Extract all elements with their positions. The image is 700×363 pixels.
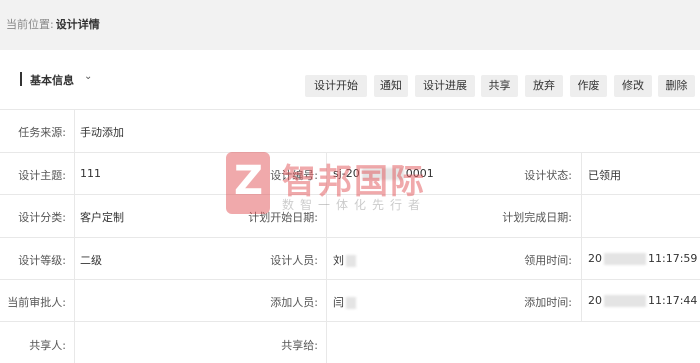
code-value-prefix: sj-20 xyxy=(333,167,360,180)
row-divider xyxy=(0,194,700,195)
subject-label: 设计主题: xyxy=(18,169,66,182)
level-value: 二级 xyxy=(80,254,102,267)
shared-to-label: 共享给: xyxy=(281,339,318,352)
add-time-label: 添加时间: xyxy=(524,296,572,309)
category-label: 设计分类: xyxy=(18,211,66,224)
void-button[interactable]: 作废 xyxy=(570,75,607,97)
adder-label: 添加人员: xyxy=(270,296,318,309)
brand-logo-icon: Z xyxy=(226,152,270,214)
share-button[interactable]: 共享 xyxy=(481,75,518,97)
delete-button[interactable]: 删除 xyxy=(658,75,695,97)
subject-value: 111 xyxy=(80,167,101,180)
design-progress-button[interactable]: 设计进展 xyxy=(415,75,475,97)
redacted-block xyxy=(361,168,404,180)
edit-button[interactable]: 修改 xyxy=(614,75,652,97)
code-value: sj-20 0001 xyxy=(333,167,434,180)
adder-value: 闫 xyxy=(333,294,358,310)
breadcrumb-label: 当前位置: xyxy=(6,18,54,31)
row-divider xyxy=(0,279,700,280)
sharer-label: 共享人: xyxy=(29,339,66,352)
claim-time-prefix: 20 xyxy=(588,252,602,265)
status-value: 已领用 xyxy=(588,169,621,182)
redacted-block xyxy=(604,253,646,265)
redacted-block xyxy=(346,297,356,309)
plan-start-label: 计划开始日期: xyxy=(248,211,318,224)
source-label: 任务来源: xyxy=(18,126,66,139)
top-bar: 当前位置: 设计详情 xyxy=(0,0,700,50)
add-time-value: 20 11:17:44 xyxy=(588,294,697,307)
breadcrumb-current: 设计详情 xyxy=(55,18,100,31)
notify-button[interactable]: 通知 xyxy=(374,75,408,97)
code-label: 设计编号: xyxy=(270,169,318,182)
col-divider xyxy=(74,109,75,363)
row-divider xyxy=(0,109,700,110)
designer-name: 刘 xyxy=(333,254,344,267)
source-value: 手动添加 xyxy=(80,126,124,139)
designer-value: 刘 xyxy=(333,252,358,268)
col-divider xyxy=(581,152,582,321)
claim-time-suffix: 11:17:59 xyxy=(648,252,698,265)
row-divider xyxy=(0,321,700,322)
approver-label: 当前审批人: xyxy=(7,296,66,309)
add-time-suffix: 11:17:44 xyxy=(648,294,698,307)
claim-time-label: 领用时间: xyxy=(524,254,572,267)
plan-end-label: 计划完成日期: xyxy=(502,211,572,224)
category-value: 客户定制 xyxy=(80,211,124,224)
start-design-button[interactable]: 设计开始 xyxy=(305,75,367,97)
breadcrumb: 当前位置: 设计详情 xyxy=(6,16,100,32)
row-divider xyxy=(0,237,700,238)
redacted-block xyxy=(346,255,356,267)
col-divider xyxy=(326,152,327,363)
designer-label: 设计人员: xyxy=(270,254,318,267)
abandon-button[interactable]: 放弃 xyxy=(525,75,563,97)
code-value-suffix: 0001 xyxy=(405,167,434,180)
adder-name: 闫 xyxy=(333,296,344,309)
level-label: 设计等级: xyxy=(18,254,66,267)
row-divider xyxy=(0,152,700,153)
add-time-prefix: 20 xyxy=(588,294,602,307)
action-toolbar: 设计开始 通知 设计进展 共享 放弃 作废 修改 删除 xyxy=(0,75,700,97)
redacted-block xyxy=(604,295,646,307)
status-label: 设计状态: xyxy=(524,169,572,182)
claim-time-value: 20 11:17:59 xyxy=(588,252,697,265)
